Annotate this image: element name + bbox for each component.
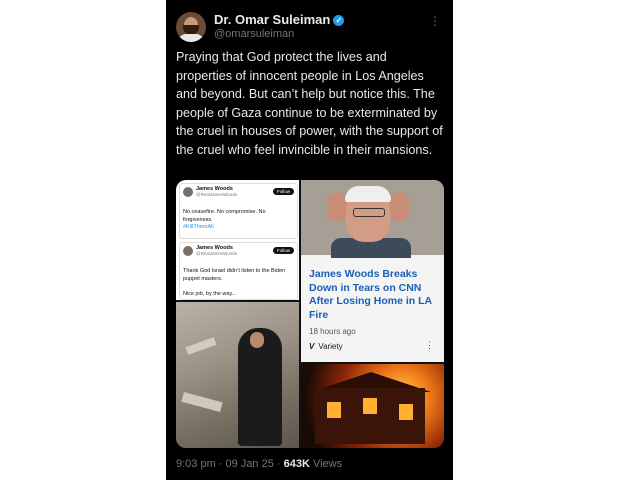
embedded-text-2: Nice job, by the way... [183,291,237,297]
embedded-text: No ceasefire. No compromise. No forgiven… [183,209,266,223]
house-window [363,398,377,414]
variety-logo-icon: V [309,342,315,351]
news-headline[interactable]: James Woods Breaks Down in Tears on CNN … [309,268,437,322]
embedded-tweet-2: James Woods @RealJamesWoods Follow Thank… [179,242,298,300]
tweet-text: Praying that God protect the lives and p… [176,50,443,157]
tweet-timestamp[interactable]: 9:03 pm · 09 Jan 25 · [176,458,284,470]
fire-photo [301,364,444,448]
photo-hand [389,192,409,222]
more-options-icon[interactable]: ⋮ [429,14,441,28]
author-handle[interactable]: @omarsuleiman [214,28,294,40]
photo-hand [327,192,347,222]
media-grid: James Woods @RealJamesWoods Follow No ce… [176,180,444,448]
media-photo-fire[interactable] [301,364,444,448]
rubble-photo [176,302,299,448]
news-time: 18 hours ago [309,327,356,336]
author-name-row[interactable]: Dr. Omar Suleiman ✓ [214,12,345,27]
photo-hair [345,186,391,202]
photo-face [250,332,264,348]
news-more-icon[interactable]: ⋮ [425,340,434,351]
embedded-handle: @RealJamesWoods [196,192,238,197]
news-photo [301,180,444,258]
verified-badge-icon: ✓ [333,15,345,26]
media-news-card[interactable]: James Woods Breaks Down in Tears on CNN … [301,180,444,362]
house-window [327,402,341,418]
embedded-tweet-1: James Woods @RealJamesWoods Follow No ce… [179,183,298,239]
house-window [399,404,413,420]
author-name[interactable]: Dr. Omar Suleiman [214,12,330,27]
rubble-piece [185,337,217,355]
embedded-text: Thank God Israel didn’t listen to the Bi… [183,268,286,282]
news-source-label: Variety [318,342,343,351]
embedded-follow-button: Follow [272,188,294,195]
media-screenshot-tweets[interactable]: James Woods @RealJamesWoods Follow No ce… [176,180,299,300]
embedded-hashtag: #KillThemAll [183,224,214,230]
photo-glasses [353,208,385,217]
tweet-meta: 9:03 pm · 09 Jan 25 · 643K Views [176,458,342,470]
tweet-card: Dr. Omar Suleiman ✓ @omarsuleiman ⋮ Prayi… [166,0,453,480]
embedded-handle: @RealJamesWoods [196,251,238,256]
avatar-shirt [178,34,204,42]
avatar[interactable] [176,12,206,42]
embedded-avatar [183,246,193,256]
rubble-piece [181,391,223,413]
embedded-follow-button: Follow [272,247,294,254]
embedded-avatar [183,187,193,197]
views-label: Views [309,458,343,470]
media-photo-gaza[interactable] [176,302,299,448]
news-source: V Variety [309,342,343,351]
views-count: 643K [283,458,310,470]
